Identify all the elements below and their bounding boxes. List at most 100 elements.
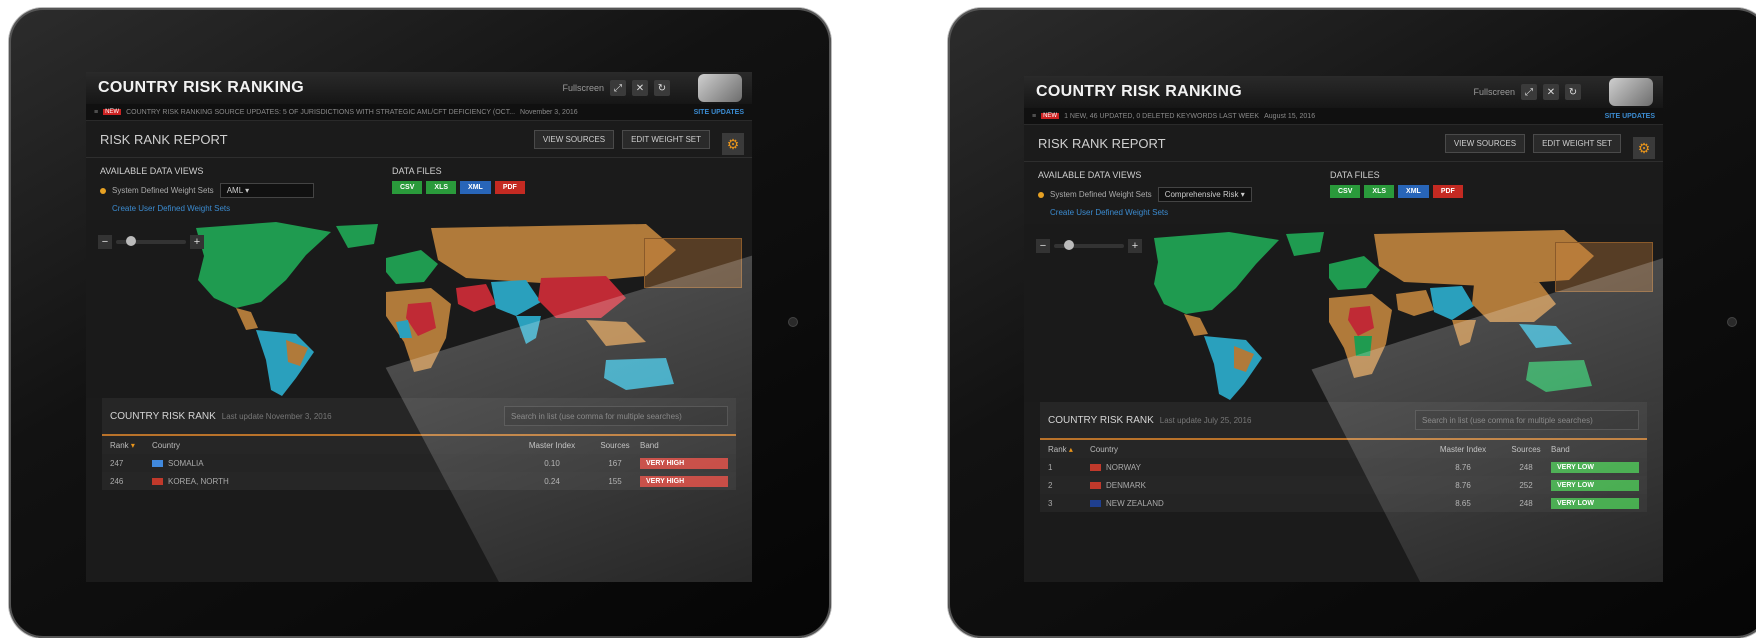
flag-icon	[1090, 463, 1101, 471]
world-map[interactable]: − +	[86, 220, 752, 398]
csv-button[interactable]: CSV	[1330, 185, 1361, 198]
table-row[interactable]: 1 NORWAY 8.76 248 VERY LOW	[1040, 458, 1647, 476]
news-ticker: ≡ NEW 1 NEW, 46 UPDATED, 0 DELETED KEYWO…	[1024, 108, 1663, 125]
col-country[interactable]: Country	[1090, 445, 1425, 454]
map-north-america	[196, 222, 331, 308]
world-map[interactable]: − +	[1024, 224, 1663, 402]
xls-button[interactable]: XLS	[1364, 185, 1395, 198]
mini-map[interactable]	[644, 238, 742, 288]
col-master-index[interactable]: Master Index	[1425, 445, 1501, 454]
view-sources-button[interactable]: VIEW SOURCES	[533, 129, 615, 149]
tools-icon[interactable]: ✕	[1543, 84, 1559, 100]
table-row[interactable]: 2 DENMARK 8.76 252 VERY LOW	[1040, 476, 1647, 494]
gear-icon[interactable]: ⚙	[722, 133, 744, 155]
site-updates-link[interactable]: SITE UPDATES	[694, 109, 744, 116]
create-weight-set-link[interactable]: Create User Defined Weight Sets	[1050, 208, 1649, 217]
file-buttons: CSV XLS XML PDF	[392, 181, 525, 194]
pdf-button[interactable]: PDF	[494, 181, 525, 194]
col-rank[interactable]: Rank ▴	[1048, 445, 1090, 454]
cell-country: NORWAY	[1090, 463, 1425, 472]
file-buttons: CSV XLS XML PDF	[1330, 185, 1463, 198]
create-weight-set-link[interactable]: Create User Defined Weight Sets	[112, 204, 738, 213]
map-africa-green	[1354, 336, 1372, 356]
report-bar: RISK RANK REPORT VIEW SOURCES EDIT WEIGH…	[1024, 125, 1663, 162]
weight-set-select[interactable]: AML ▾	[219, 183, 314, 198]
col-sources[interactable]: Sources	[590, 441, 640, 450]
map-greenland	[1286, 232, 1324, 256]
radio-dot-icon[interactable]	[100, 187, 106, 194]
fullscreen-label[interactable]: Fullscreen	[1473, 87, 1515, 97]
rank-title: COUNTRY RISK RANK	[110, 410, 216, 422]
zoom-in-button[interactable]: +	[1128, 239, 1142, 253]
refresh-icon[interactable]: ↻	[654, 80, 670, 96]
tablet-right: COUNTRY RISK RANKING Fullscreen ⤢ ✕ ↻ ≡ …	[948, 8, 1756, 638]
xml-button[interactable]: XML	[460, 181, 491, 194]
search-input[interactable]	[504, 406, 728, 426]
rank-panel: COUNTRY RISK RANK Last update November 3…	[102, 398, 736, 490]
table-row[interactable]: 246 KOREA, NORTH 0.24 155 VERY HIGH	[102, 472, 736, 490]
xls-button[interactable]: XLS	[426, 181, 457, 194]
map-south-america	[1204, 336, 1262, 400]
flag-icon	[1090, 481, 1101, 489]
search-input[interactable]	[1415, 410, 1639, 430]
refresh-icon[interactable]: ↻	[1565, 84, 1581, 100]
fullscreen-label[interactable]: Fullscreen	[562, 83, 604, 93]
weight-set-select[interactable]: Comprehensive Risk ▾	[1157, 187, 1252, 202]
zoom-out-button[interactable]: −	[98, 235, 112, 249]
ticker-text[interactable]: 1 NEW, 46 UPDATED, 0 DELETED KEYWORDS LA…	[1064, 113, 1259, 120]
tools-icon[interactable]: ✕	[632, 80, 648, 96]
list-icon[interactable]: ≡	[94, 109, 98, 116]
table-header: Rank ▾ Country Master Index Sources Band	[102, 436, 736, 454]
col-band[interactable]: Band	[640, 441, 728, 450]
cell-rank: 2	[1048, 480, 1053, 490]
fullscreen-icon[interactable]: ⤢	[1521, 84, 1537, 100]
table-row[interactable]: 3 NEW ZEALAND 8.65 248 VERY LOW	[1040, 494, 1647, 512]
list-icon[interactable]: ≡	[1032, 113, 1036, 120]
site-updates-link[interactable]: SITE UPDATES	[1605, 113, 1655, 120]
col-master-index[interactable]: Master Index	[514, 441, 590, 450]
data-files-title: DATA FILES	[1330, 170, 1380, 180]
zoom-slider-thumb[interactable]	[1064, 240, 1074, 250]
zoom-slider-thumb[interactable]	[126, 236, 136, 246]
cell-rank: 1	[1048, 462, 1053, 472]
band-badge: VERY LOW	[1551, 497, 1639, 509]
zoom-slider[interactable]	[1054, 240, 1124, 250]
map-south-america	[256, 330, 314, 396]
zoom-out-button[interactable]: −	[1036, 239, 1050, 253]
map-se-asia	[1519, 324, 1572, 348]
csv-button[interactable]: CSV	[392, 181, 423, 194]
map-asia-blue	[1430, 286, 1474, 320]
view-sources-button[interactable]: VIEW SOURCES	[1444, 133, 1526, 153]
rank-updated: Last update November 3, 2016	[221, 411, 332, 421]
table-body: 247 SOMALIA 0.10 167 VERY HIGH 246 KOREA…	[102, 454, 736, 490]
user-avatar[interactable]	[1609, 78, 1653, 106]
col-sources[interactable]: Sources	[1501, 445, 1551, 454]
radio-dot-icon[interactable]	[1038, 191, 1044, 198]
map-north-america	[1154, 232, 1279, 314]
edit-weight-set-button[interactable]: EDIT WEIGHT SET	[622, 129, 710, 149]
col-band[interactable]: Band	[1551, 445, 1639, 454]
gear-icon[interactable]: ⚙	[1633, 137, 1655, 159]
ticker-text[interactable]: COUNTRY RISK RANKING SOURCE UPDATES: 5 O…	[126, 109, 515, 116]
map-asia-blue	[491, 280, 541, 316]
xml-button[interactable]: XML	[1398, 185, 1429, 198]
zoom-slider[interactable]	[116, 236, 186, 246]
cell-band: VERY LOW	[1551, 479, 1639, 491]
edit-weight-set-button[interactable]: EDIT WEIGHT SET	[1533, 133, 1621, 153]
pdf-button[interactable]: PDF	[1432, 185, 1463, 198]
mini-map[interactable]	[1555, 242, 1653, 292]
zoom-in-button[interactable]: +	[190, 235, 204, 249]
data-files-title: DATA FILES	[392, 166, 442, 176]
col-rank[interactable]: Rank ▾	[110, 441, 152, 450]
fullscreen-icon[interactable]: ⤢	[610, 80, 626, 96]
table-row[interactable]: 247 SOMALIA 0.10 167 VERY HIGH	[102, 454, 736, 472]
cell-band: VERY HIGH	[640, 457, 728, 469]
map-australia	[1526, 360, 1592, 392]
col-country[interactable]: Country	[152, 441, 514, 450]
map-australia	[604, 358, 674, 390]
cell-sources: 155	[608, 476, 622, 486]
tablet-left: COUNTRY RISK RANKING Fullscreen ⤢ ✕ ↻ ≡ …	[9, 8, 831, 638]
camera-dot	[1728, 318, 1736, 326]
user-avatar[interactable]	[698, 74, 742, 102]
map-europe	[1329, 256, 1380, 290]
